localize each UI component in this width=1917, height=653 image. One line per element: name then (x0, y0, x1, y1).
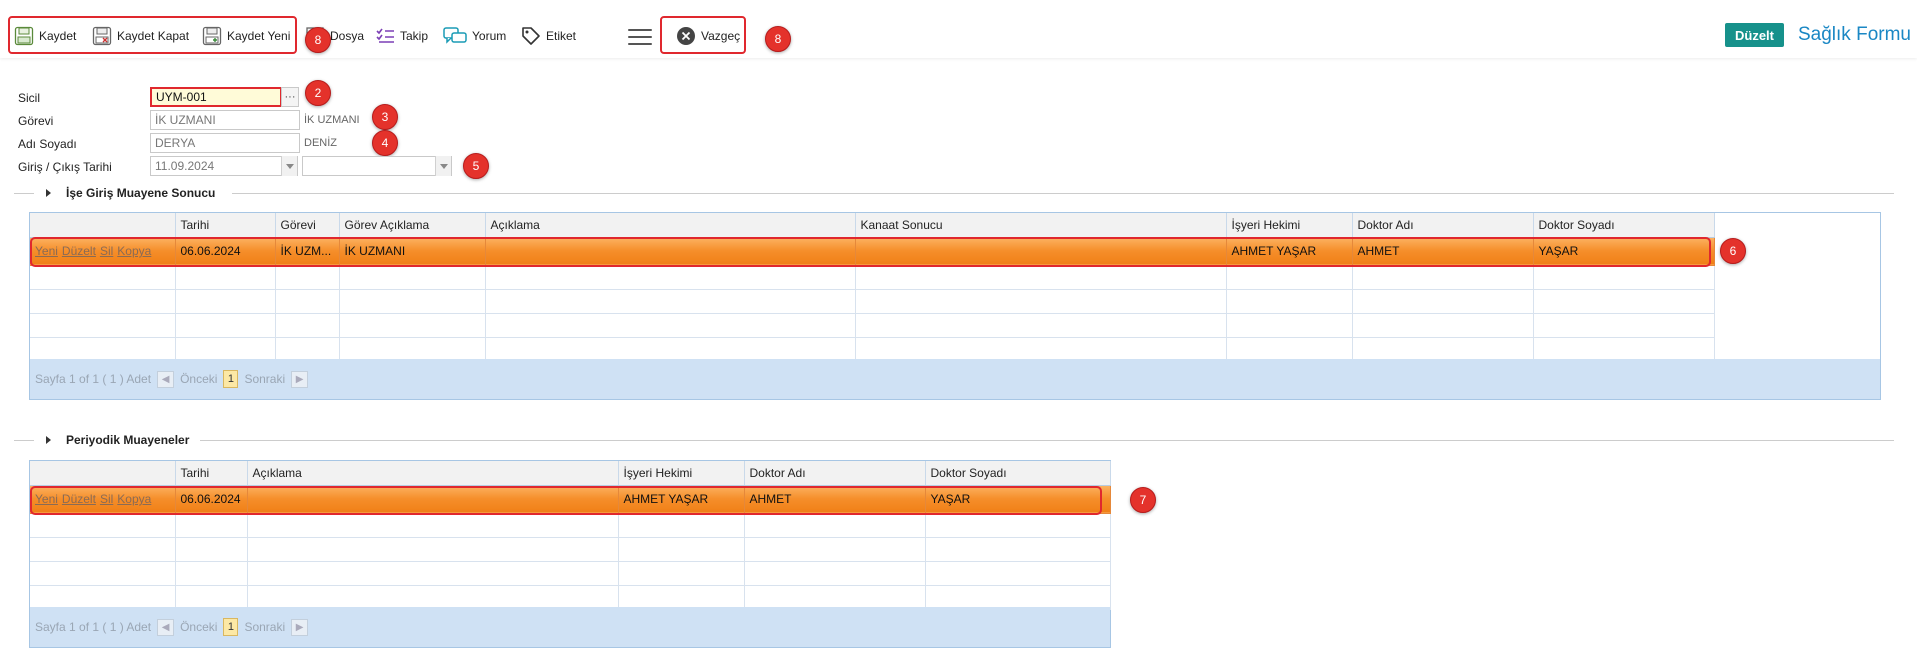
mode-badge: Düzelt (1725, 23, 1784, 47)
file-label: Dosya (330, 29, 365, 43)
prev-page-link[interactable]: Önceki (180, 620, 217, 634)
annotation-badge: 8 (305, 27, 331, 53)
section-header-ise-giris[interactable]: İşe Giriş Muayene Sonucu (14, 186, 1894, 200)
empty-row (30, 313, 1715, 338)
annotation-badge: 6 (1720, 238, 1746, 264)
cancel-label: Vazgeç (701, 29, 741, 43)
column-header[interactable]: Görevi (275, 213, 340, 238)
gorevi-description: İK UZMANI (304, 114, 360, 126)
save-label: Kaydet (39, 29, 77, 43)
expand-arrow-icon[interactable] (46, 436, 51, 444)
cikis-tarihi-input[interactable] (302, 156, 452, 176)
section-header-periyodik[interactable]: Periyodik Muayeneler (14, 433, 1894, 447)
gorevi-input[interactable]: İK UZMANI (150, 110, 300, 130)
sicil-lookup-button[interactable]: ··· (281, 87, 299, 107)
tag-icon (522, 27, 540, 45)
annotation-badge: 7 (1130, 487, 1156, 513)
form-title: Sağlık Formu (1798, 24, 1911, 45)
annotation-badge: 3 (372, 104, 398, 130)
expand-arrow-icon[interactable] (46, 189, 51, 197)
follow-up-button[interactable]: Takip (375, 24, 428, 48)
menu-icon[interactable] (628, 29, 652, 45)
annotation-badge: 8 (765, 26, 791, 52)
next-page-icon[interactable]: ▶ (291, 618, 309, 636)
checklist-icon (376, 28, 394, 43)
tag-label: Etiket (546, 29, 577, 43)
column-header[interactable]: Görev Açıklama (339, 213, 486, 238)
column-header[interactable]: İşyeri Hekimi (1226, 213, 1353, 238)
ise-giris-table: Tarihi Görevi Görev Açıklama Açıklama Ka… (30, 213, 1715, 362)
column-header[interactable] (30, 461, 176, 486)
empty-row (30, 337, 1715, 362)
column-header[interactable]: Doktor Adı (1352, 213, 1534, 238)
column-header[interactable]: Açıklama (247, 461, 619, 486)
adi-input[interactable]: DERYA (150, 133, 300, 153)
column-header[interactable]: Tarihi (175, 213, 276, 238)
sicil-label: Sicil (18, 91, 41, 105)
current-page[interactable]: 1 (223, 370, 239, 388)
header-row: Tarihi Görevi Görev Açıklama Açıklama Ka… (30, 213, 1715, 238)
save-button[interactable]: Kaydet (14, 24, 76, 48)
prev-page-icon[interactable]: ◀ (157, 370, 175, 388)
column-header[interactable]: Açıklama (485, 213, 856, 238)
giris-cikis-tarihi-label: Giriş / Çıkış Tarihi (18, 160, 112, 174)
annotation-badge: 2 (305, 80, 331, 106)
next-page-link[interactable]: Sonraki (244, 620, 285, 634)
soyadi-value: DENİZ (304, 137, 337, 149)
column-header[interactable]: Tarihi (175, 461, 248, 486)
save-new-label: Kaydet Yeni (227, 29, 291, 43)
pager: Sayfa 1 of 1 ( 1 ) Adet ◀ Önceki 1 Sonra… (30, 607, 1110, 647)
empty-row (30, 561, 1111, 586)
giris-tarihi-input[interactable]: 11.09.2024 (150, 156, 298, 176)
prev-page-icon[interactable]: ◀ (157, 618, 175, 636)
toolbar: Kaydet Kaydet Kapat Kaydet Yeni Dosya Ta… (0, 0, 1917, 58)
grid2-row-highlight (30, 486, 1102, 515)
giris-tarihi-value: 11.09.2024 (155, 159, 215, 173)
next-page-link[interactable]: Sonraki (244, 372, 285, 386)
column-header[interactable]: Doktor Adı (744, 461, 926, 486)
pager-text: Sayfa 1 of 1 ( 1 ) Adet (35, 620, 152, 634)
empty-row (30, 537, 1111, 562)
empty-row (30, 513, 1111, 538)
column-header[interactable] (30, 213, 176, 238)
comment-button[interactable]: Yorum (443, 24, 506, 48)
section-title: Periyodik Muayeneler (66, 433, 190, 447)
annotation-badge: 4 (372, 130, 398, 156)
gorevi-label: Görevi (18, 114, 54, 128)
annotation-badge: 5 (463, 153, 489, 179)
giris-tarihi-dropdown-icon[interactable] (281, 156, 297, 176)
close-circle-icon (677, 27, 695, 45)
save-close-label: Kaydet Kapat (117, 29, 190, 43)
save-icon (14, 26, 34, 46)
empty-row (30, 289, 1715, 314)
empty-row (30, 265, 1715, 290)
sicil-input[interactable]: UYM-001 (150, 87, 282, 107)
next-page-icon[interactable]: ▶ (291, 370, 309, 388)
cikis-tarihi-dropdown-icon[interactable] (435, 156, 451, 176)
grid1-row-highlight (30, 237, 1711, 267)
save-new-icon (202, 26, 222, 46)
header-row: Tarihi Açıklama İşyeri Hekimi Doktor Adı… (30, 461, 1111, 486)
empty-row (30, 585, 1111, 610)
section-title: İşe Giriş Muayene Sonucu (66, 186, 216, 200)
prev-page-link[interactable]: Önceki (180, 372, 217, 386)
tag-button[interactable]: Etiket (521, 24, 576, 48)
save-close-button[interactable]: Kaydet Kapat (92, 24, 189, 48)
save-close-icon (92, 26, 112, 46)
pager: Sayfa 1 of 1 ( 1 ) Adet ◀ Önceki 1 Sonra… (30, 359, 1880, 399)
column-header[interactable]: Kanaat Sonucu (855, 213, 1227, 238)
column-header[interactable]: Doktor Soyadı (1533, 213, 1715, 238)
save-new-button[interactable]: Kaydet Yeni (202, 24, 290, 48)
pager-text: Sayfa 1 of 1 ( 1 ) Adet (35, 372, 152, 386)
periyodik-table: Tarihi Açıklama İşyeri Hekimi Doktor Adı… (30, 461, 1111, 610)
adi-soyadi-label: Adı Soyadı (18, 137, 77, 151)
cancel-button[interactable]: Vazgeç (676, 24, 740, 48)
follow-up-label: Takip (400, 29, 429, 43)
column-header[interactable]: Doktor Soyadı (925, 461, 1111, 486)
comment-label: Yorum (472, 29, 507, 43)
column-header[interactable]: İşyeri Hekimi (618, 461, 745, 486)
current-page[interactable]: 1 (223, 618, 239, 636)
comment-icon (443, 27, 467, 44)
